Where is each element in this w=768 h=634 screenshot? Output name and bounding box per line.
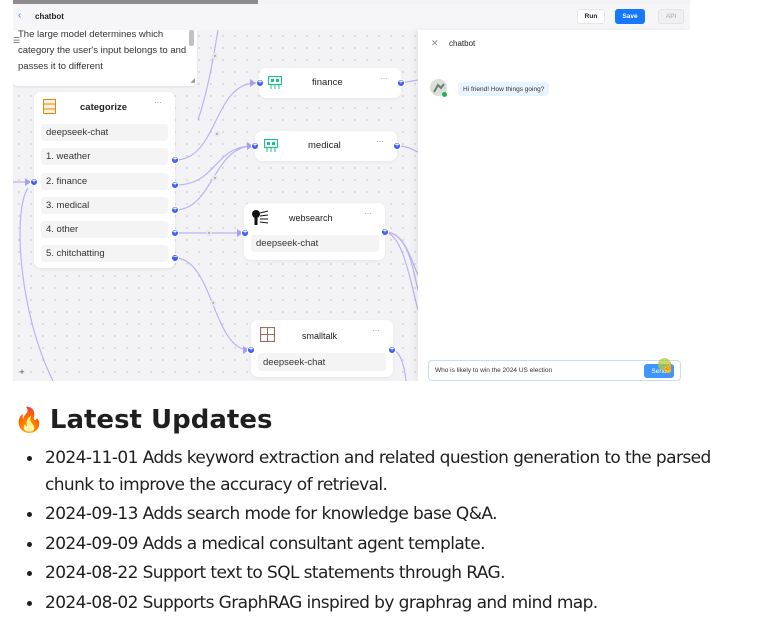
model-field[interactable]: deepseek-chat <box>41 124 168 141</box>
list-item: 2024-08-02 Supports GraphRAG inspired by… <box>14 590 754 617</box>
description-textarea[interactable]: The large model determines which categor… <box>13 29 197 86</box>
input-handle[interactable]: + <box>241 229 249 237</box>
node-websearch[interactable]: websearch ··· deepseek-chat <box>244 203 385 260</box>
section-heading: 🔥 Latest Updates <box>14 400 754 440</box>
node-categorize[interactable]: categorize ··· deepseek-chat 1. weather … <box>34 92 175 268</box>
save-button[interactable]: Save <box>615 9 645 24</box>
node-medical[interactable]: medical ··· <box>255 131 397 161</box>
list-item: 2024-11-01 Adds keyword extraction and r… <box>14 445 754 498</box>
finance-icon <box>268 76 282 89</box>
close-icon[interactable]: ✕ <box>431 38 439 49</box>
output-handle[interactable]: + <box>171 181 179 189</box>
node-menu-button[interactable]: ··· <box>376 137 384 146</box>
fire-icon: 🔥 <box>14 406 44 434</box>
category-item[interactable]: 5. chitchatting <box>41 245 168 262</box>
output-handle[interactable]: + <box>388 346 396 354</box>
api-button[interactable]: API <box>658 9 684 24</box>
output-handle[interactable]: + <box>171 229 179 237</box>
resize-handle-icon[interactable]: ◢ <box>190 77 195 84</box>
output-handle[interactable]: + <box>393 142 401 150</box>
edge-delete-button[interactable]: × <box>212 175 218 181</box>
list-item: 2024-09-13 Adds search mode for knowledg… <box>14 501 754 528</box>
app-screenshot: ‹ chatbot Run Save API × × × × × categor… <box>13 0 690 381</box>
chat-drawer: ✕ chatbot Hi friend! How things going? W… <box>418 30 690 381</box>
list-item: 2024-08-22 Support text to SQL statement… <box>14 560 754 587</box>
output-handle[interactable]: + <box>397 79 405 87</box>
category-item[interactable]: 3. medical <box>41 197 168 214</box>
categorize-icon <box>43 99 56 114</box>
latest-updates-section: 🔥 Latest Updates 2024-11-01 Adds keyword… <box>14 400 754 619</box>
list-item: 2024-09-09 Adds a medical consultant age… <box>14 531 754 558</box>
edge-weather-finance <box>174 82 257 161</box>
edge-delete-button[interactable]: × <box>206 230 212 236</box>
model-field[interactable]: deepseek-chat <box>251 235 379 252</box>
input-handle[interactable]: + <box>30 178 38 186</box>
chat-input-value: Who is likely to win the 2024 US electio… <box>435 367 553 374</box>
run-button[interactable]: Run <box>577 9 605 24</box>
node-smalltalk[interactable]: smalltalk ··· deepseek-chat <box>251 320 393 377</box>
chat-input[interactable]: Who is likely to win the 2024 US electio… <box>428 360 681 381</box>
websearch-icon <box>252 210 269 225</box>
node-title: finance <box>312 77 343 88</box>
medical-icon <box>264 139 278 152</box>
node-title: websearch <box>289 213 333 223</box>
input-handle[interactable]: + <box>247 346 255 354</box>
app-title: chatbot <box>35 12 64 21</box>
chevron-left-icon[interactable]: ‹ <box>18 10 21 21</box>
edge-delete-button[interactable]: × <box>212 53 218 59</box>
scrollbar[interactable] <box>189 30 194 46</box>
updates-list: 2024-11-01 Adds keyword extraction and r… <box>14 445 754 616</box>
heading-text: Latest Updates <box>49 405 273 435</box>
node-menu-button[interactable]: ··· <box>380 74 388 83</box>
edge-desc-top <box>197 30 219 121</box>
node-menu-button[interactable]: ··· <box>154 98 162 107</box>
model-field[interactable]: deepseek-chat <box>258 353 386 371</box>
output-handle[interactable]: + <box>381 228 389 236</box>
list-icon: ☰ <box>13 36 21 45</box>
node-title: smalltalk <box>302 331 338 341</box>
edge-delete-button[interactable]: × <box>210 300 216 306</box>
edge-delete-button[interactable]: × <box>214 131 220 137</box>
online-status-dot <box>442 92 447 97</box>
input-handle[interactable]: + <box>256 79 264 87</box>
input-handle[interactable]: + <box>251 142 259 150</box>
output-handle[interactable]: − <box>171 254 179 262</box>
chat-title: chatbot <box>449 39 476 48</box>
hand-cursor-icon: ☝ <box>662 363 675 374</box>
node-finance[interactable]: finance ··· <box>259 68 401 98</box>
zoom-out-button[interactable]: − <box>16 378 28 381</box>
category-item[interactable]: 1. weather <box>41 148 168 165</box>
node-title: medical <box>308 140 341 151</box>
output-handle[interactable]: + <box>171 156 179 164</box>
category-item[interactable]: 4. other <box>41 221 168 238</box>
edge-smalltalk-out <box>391 349 407 381</box>
node-menu-button[interactable]: ··· <box>372 326 380 335</box>
smalltalk-icon <box>260 327 275 342</box>
node-menu-button[interactable]: ··· <box>364 209 372 218</box>
zoom-in-button[interactable]: + <box>16 366 28 378</box>
output-handle[interactable]: + <box>171 206 179 214</box>
description-text: The large model determines which categor… <box>18 29 187 72</box>
chat-message: Hi friend! How things going? <box>458 82 550 96</box>
category-item[interactable]: 2. finance <box>41 173 168 190</box>
node-title: categorize <box>80 102 127 113</box>
zoom-controls: + − ⛶ <box>16 366 28 381</box>
